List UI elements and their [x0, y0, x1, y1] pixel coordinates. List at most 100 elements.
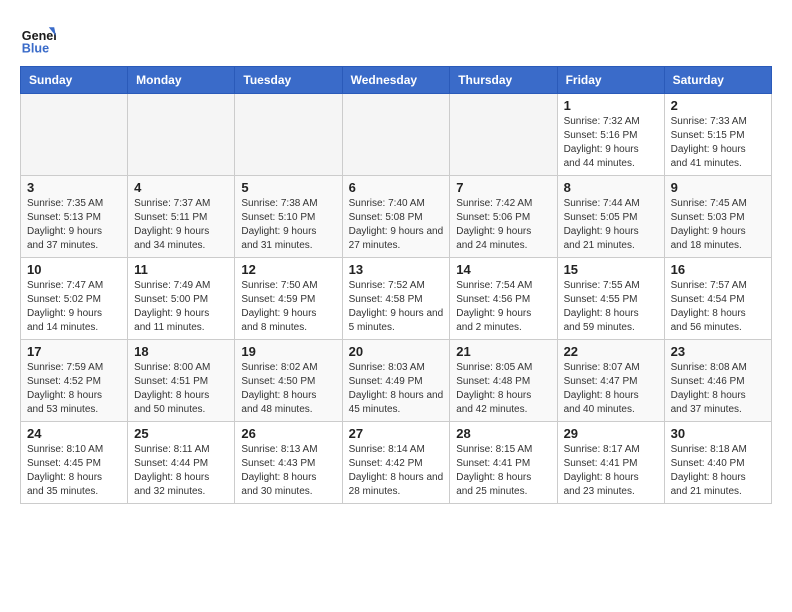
day-detail: Sunrise: 8:13 AM Sunset: 4:43 PM Dayligh…: [241, 443, 335, 499]
day-detail: Sunrise: 7:55 AM Sunset: 4:55 PM Dayligh…: [564, 279, 658, 335]
day-detail: Sunrise: 7:32 AM Sunset: 5:16 PM Dayligh…: [564, 115, 658, 171]
calendar-cell: 9Sunrise: 7:45 AM Sunset: 5:03 PM Daylig…: [664, 176, 771, 258]
calendar-cell: 8 Sunrise: 7:44 AM Sunset: 5:05 PM Daylig…: [557, 176, 664, 258]
day-number: 18: [134, 344, 228, 359]
calendar-cell: 28 Sunrise: 8:15 AM Sunset: 4:41 PM Dayli…: [450, 422, 557, 504]
week-row-2: 3 Sunrise: 7:35 AM Sunset: 5:13 PM Daylig…: [21, 176, 772, 258]
calendar-body: 1 Sunrise: 7:32 AM Sunset: 5:16 PM Daylig…: [21, 94, 772, 504]
day-number: 17: [27, 344, 121, 359]
header-row: SundayMondayTuesdayWednesdayThursdayFrid…: [21, 67, 772, 94]
calendar-cell: 1 Sunrise: 7:32 AM Sunset: 5:16 PM Daylig…: [557, 94, 664, 176]
calendar-cell: 20 Sunrise: 8:03 AM Sunset: 4:49 PM Dayli…: [342, 340, 450, 422]
calendar-cell: [21, 94, 128, 176]
day-detail: Sunrise: 7:49 AM Sunset: 5:00 PM Dayligh…: [134, 279, 228, 335]
day-detail: Sunrise: 7:50 AM Sunset: 4:59 PM Dayligh…: [241, 279, 335, 335]
header-saturday: Saturday: [664, 67, 771, 94]
day-number: 19: [241, 344, 335, 359]
calendar-cell: 15 Sunrise: 7:55 AM Sunset: 4:55 PM Dayli…: [557, 258, 664, 340]
calendar-cell: 6Sunrise: 7:40 AM Sunset: 5:08 PM Daylig…: [342, 176, 450, 258]
day-number: 24: [27, 426, 121, 441]
day-number: 3: [27, 180, 121, 195]
day-number: 21: [456, 344, 550, 359]
day-detail: Sunrise: 8:14 AM Sunset: 4:42 PM Dayligh…: [349, 443, 444, 499]
calendar-cell: 25 Sunrise: 8:11 AM Sunset: 4:44 PM Dayli…: [128, 422, 235, 504]
calendar-cell: 11 Sunrise: 7:49 AM Sunset: 5:00 PM Dayli…: [128, 258, 235, 340]
calendar-cell: 18 Sunrise: 8:00 AM Sunset: 4:51 PM Dayli…: [128, 340, 235, 422]
day-detail: Sunrise: 7:35 AM Sunset: 5:13 PM Dayligh…: [27, 197, 121, 253]
calendar-cell: 30Sunrise: 8:18 AM Sunset: 4:40 PM Dayli…: [664, 422, 771, 504]
day-number: 30: [671, 426, 765, 441]
day-number: 15: [564, 262, 658, 277]
day-detail: Sunrise: 8:10 AM Sunset: 4:45 PM Dayligh…: [27, 443, 121, 499]
day-detail: Sunrise: 7:52 AM Sunset: 4:58 PM Dayligh…: [349, 279, 444, 335]
logo-icon: General Blue: [20, 20, 56, 56]
calendar-cell: 26 Sunrise: 8:13 AM Sunset: 4:43 PM Dayli…: [235, 422, 342, 504]
svg-text:Blue: Blue: [22, 41, 49, 55]
day-detail: Sunrise: 8:00 AM Sunset: 4:51 PM Dayligh…: [134, 361, 228, 417]
header-wednesday: Wednesday: [342, 67, 450, 94]
day-number: 28: [456, 426, 550, 441]
day-number: 29: [564, 426, 658, 441]
calendar-cell: 24 Sunrise: 8:10 AM Sunset: 4:45 PM Dayli…: [21, 422, 128, 504]
calendar-cell: 19 Sunrise: 8:02 AM Sunset: 4:50 PM Dayli…: [235, 340, 342, 422]
day-number: 27: [349, 426, 444, 441]
logo: General Blue: [20, 20, 60, 56]
week-row-1: 1 Sunrise: 7:32 AM Sunset: 5:16 PM Daylig…: [21, 94, 772, 176]
day-detail: Sunrise: 7:54 AM Sunset: 4:56 PM Dayligh…: [456, 279, 550, 335]
page-header: General Blue: [20, 20, 772, 56]
day-detail: Sunrise: 7:47 AM Sunset: 5:02 PM Dayligh…: [27, 279, 121, 335]
calendar-cell: 17Sunrise: 7:59 AM Sunset: 4:52 PM Dayli…: [21, 340, 128, 422]
day-number: 11: [134, 262, 228, 277]
day-detail: Sunrise: 8:07 AM Sunset: 4:47 PM Dayligh…: [564, 361, 658, 417]
day-detail: Sunrise: 8:02 AM Sunset: 4:50 PM Dayligh…: [241, 361, 335, 417]
day-detail: Sunrise: 7:45 AM Sunset: 5:03 PM Dayligh…: [671, 197, 765, 253]
calendar-header: SundayMondayTuesdayWednesdayThursdayFrid…: [21, 67, 772, 94]
day-number: 26: [241, 426, 335, 441]
header-sunday: Sunday: [21, 67, 128, 94]
calendar-cell: 3 Sunrise: 7:35 AM Sunset: 5:13 PM Daylig…: [21, 176, 128, 258]
day-number: 10: [27, 262, 121, 277]
calendar-cell: 29 Sunrise: 8:17 AM Sunset: 4:41 PM Dayli…: [557, 422, 664, 504]
calendar-cell: 14Sunrise: 7:54 AM Sunset: 4:56 PM Dayli…: [450, 258, 557, 340]
week-row-5: 24 Sunrise: 8:10 AM Sunset: 4:45 PM Dayli…: [21, 422, 772, 504]
calendar-cell: 2Sunrise: 7:33 AM Sunset: 5:15 PM Daylig…: [664, 94, 771, 176]
day-number: 12: [241, 262, 335, 277]
calendar-cell: 4 Sunrise: 7:37 AM Sunset: 5:11 PM Daylig…: [128, 176, 235, 258]
calendar-cell: [342, 94, 450, 176]
calendar-cell: 7 Sunrise: 7:42 AM Sunset: 5:06 PM Daylig…: [450, 176, 557, 258]
day-detail: Sunrise: 7:44 AM Sunset: 5:05 PM Dayligh…: [564, 197, 658, 253]
calendar-cell: [128, 94, 235, 176]
day-number: 20: [349, 344, 444, 359]
calendar-cell: [235, 94, 342, 176]
day-detail: Sunrise: 8:15 AM Sunset: 4:41 PM Dayligh…: [456, 443, 550, 499]
calendar-cell: 13Sunrise: 7:52 AM Sunset: 4:58 PM Dayli…: [342, 258, 450, 340]
calendar-cell: [450, 94, 557, 176]
day-number: 23: [671, 344, 765, 359]
day-number: 1: [564, 98, 658, 113]
calendar-cell: 5 Sunrise: 7:38 AM Sunset: 5:10 PM Daylig…: [235, 176, 342, 258]
calendar-cell: 16Sunrise: 7:57 AM Sunset: 4:54 PM Dayli…: [664, 258, 771, 340]
day-detail: Sunrise: 8:17 AM Sunset: 4:41 PM Dayligh…: [564, 443, 658, 499]
day-detail: Sunrise: 7:38 AM Sunset: 5:10 PM Dayligh…: [241, 197, 335, 253]
day-number: 8: [564, 180, 658, 195]
day-detail: Sunrise: 8:08 AM Sunset: 4:46 PM Dayligh…: [671, 361, 765, 417]
day-number: 7: [456, 180, 550, 195]
day-detail: Sunrise: 7:42 AM Sunset: 5:06 PM Dayligh…: [456, 197, 550, 253]
day-number: 6: [349, 180, 444, 195]
header-monday: Monday: [128, 67, 235, 94]
calendar-cell: 21Sunrise: 8:05 AM Sunset: 4:48 PM Dayli…: [450, 340, 557, 422]
calendar-cell: 22 Sunrise: 8:07 AM Sunset: 4:47 PM Dayli…: [557, 340, 664, 422]
day-number: 25: [134, 426, 228, 441]
day-detail: Sunrise: 7:37 AM Sunset: 5:11 PM Dayligh…: [134, 197, 228, 253]
day-number: 22: [564, 344, 658, 359]
header-tuesday: Tuesday: [235, 67, 342, 94]
header-friday: Friday: [557, 67, 664, 94]
day-detail: Sunrise: 8:03 AM Sunset: 4:49 PM Dayligh…: [349, 361, 444, 417]
calendar-cell: 12 Sunrise: 7:50 AM Sunset: 4:59 PM Dayli…: [235, 258, 342, 340]
day-number: 4: [134, 180, 228, 195]
day-detail: Sunrise: 8:11 AM Sunset: 4:44 PM Dayligh…: [134, 443, 228, 499]
day-number: 5: [241, 180, 335, 195]
calendar-table: SundayMondayTuesdayWednesdayThursdayFrid…: [20, 66, 772, 504]
day-detail: Sunrise: 7:57 AM Sunset: 4:54 PM Dayligh…: [671, 279, 765, 335]
day-detail: Sunrise: 7:33 AM Sunset: 5:15 PM Dayligh…: [671, 115, 765, 171]
